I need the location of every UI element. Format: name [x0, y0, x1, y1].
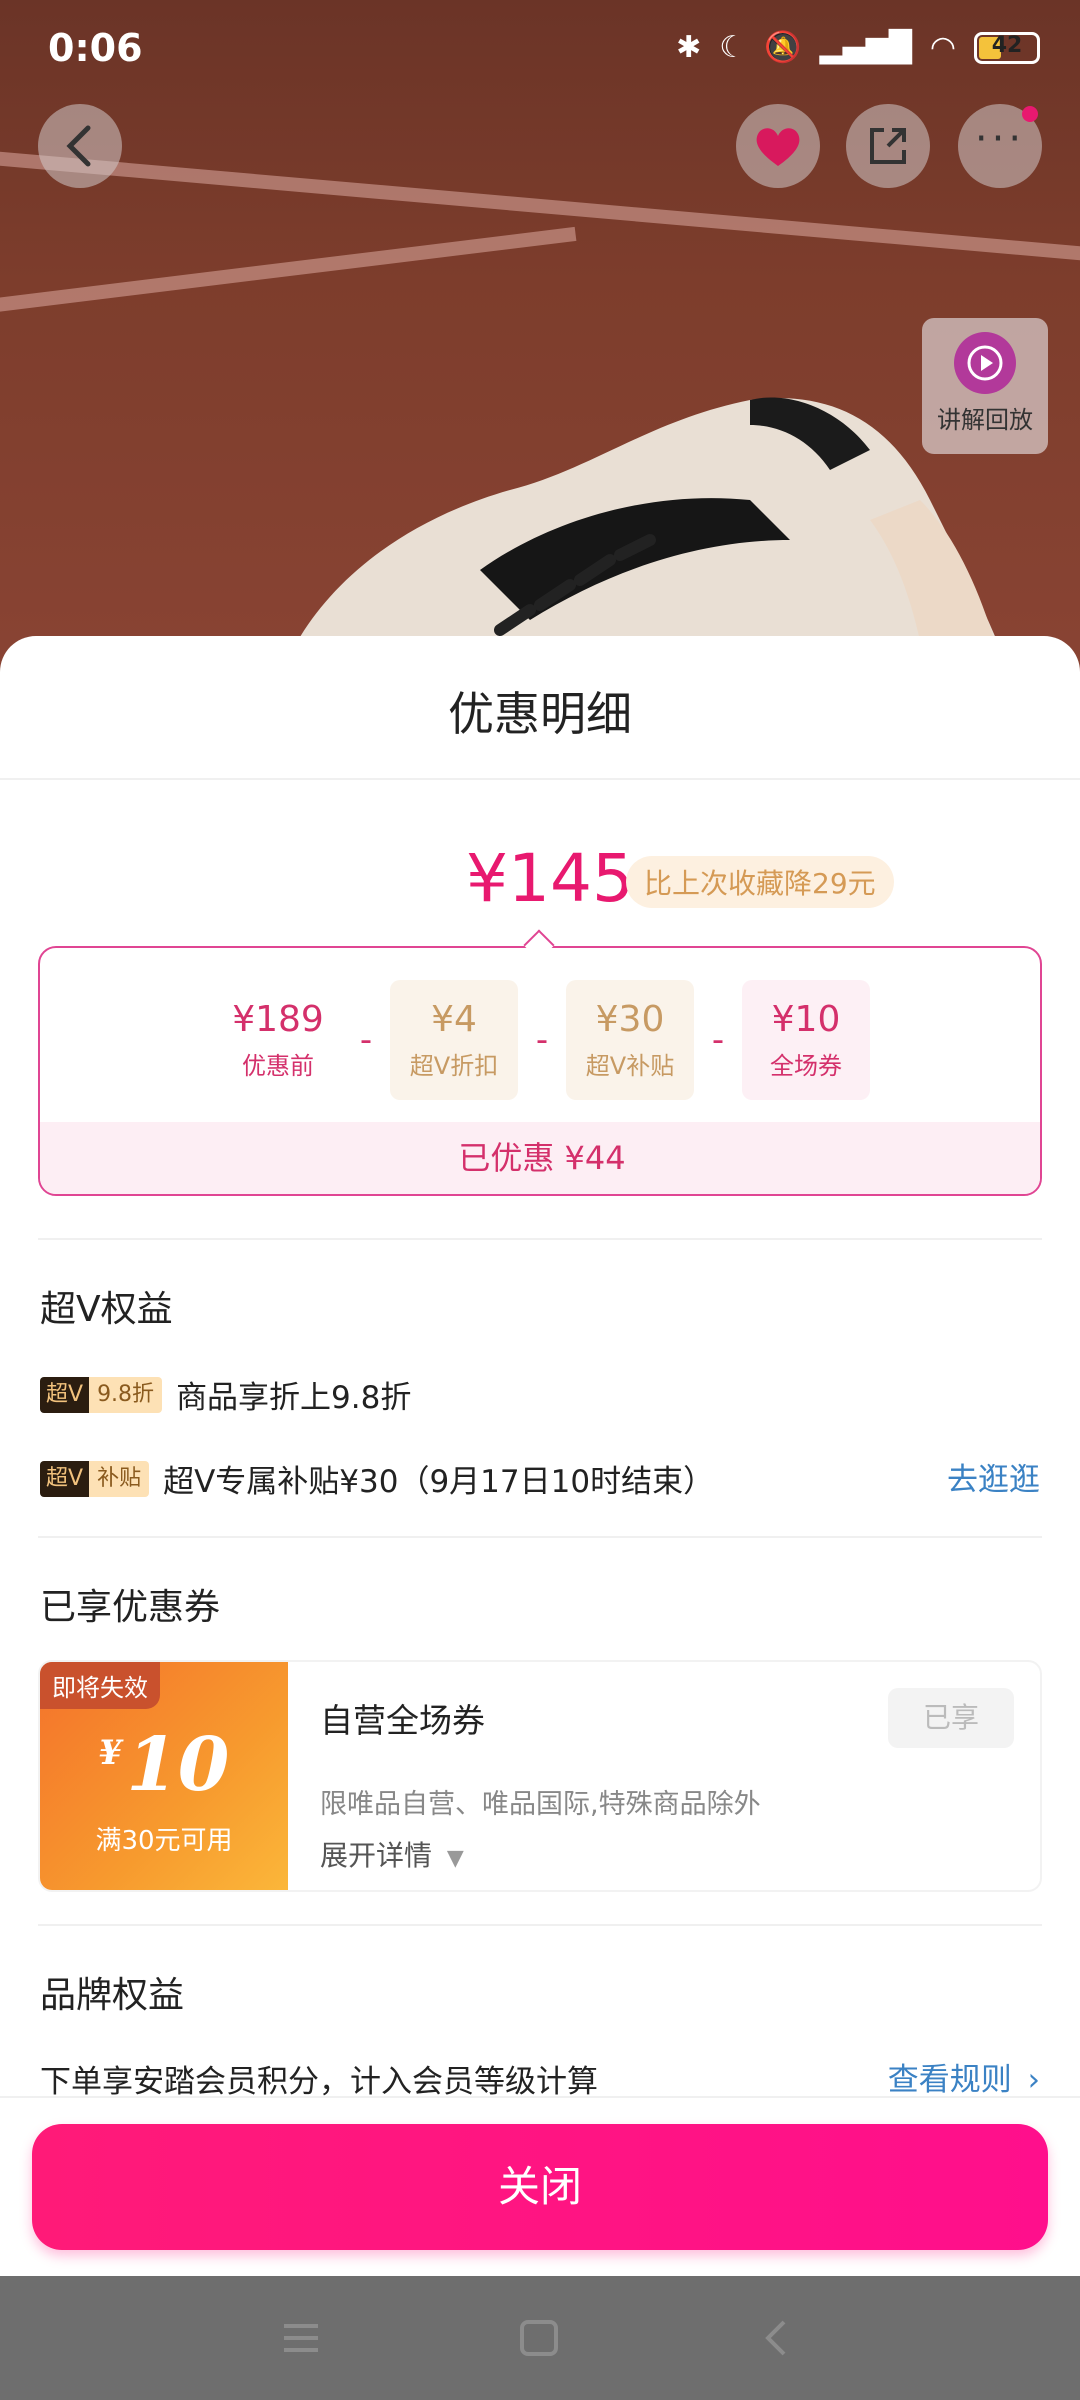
supervip-section-title: 超V权益 [40, 1289, 173, 1330]
minus-sign: - [535, 1020, 549, 1060]
expand-details-button[interactable]: 展开详情 ▼ [320, 1834, 464, 1874]
supervip-tag: 超V 补贴 [40, 1460, 150, 1497]
original-price-chip: ¥189 优惠前 [214, 980, 342, 1100]
coupon-status: 已享 [888, 1688, 1014, 1748]
benefit-discount: 超V 9.8折 商品享折上9.8折 [40, 1372, 411, 1417]
tag-prefix: 超V [40, 1376, 90, 1413]
share-button[interactable] [846, 104, 930, 188]
saved-total: 已优惠 ¥44 [40, 1122, 1040, 1194]
final-price: ¥145 [466, 840, 634, 917]
original-price-label: 优惠前 [242, 1052, 314, 1080]
play-icon [954, 332, 1016, 394]
supervip-tag: 超V 9.8折 [40, 1376, 163, 1413]
status-bar: 0:06 ✱ ☾ 🔕 ▂▄▆█ ◠ 42 [0, 0, 1080, 96]
go-shopping-link[interactable]: 去逛逛 [947, 1454, 1040, 1499]
subsidy-label: 超V补贴 [585, 1052, 675, 1080]
coupon-label: 全场券 [770, 1052, 842, 1080]
brand-benefit-text: 下单享安踏会员积分，计入会员等级计算 [40, 2064, 598, 2100]
storewide-coupon-chip: ¥10 全场券 [742, 980, 870, 1100]
chevron-left-icon [66, 125, 91, 167]
divider [38, 1238, 1042, 1240]
replay-label: 讲解回放 [937, 406, 1033, 434]
benefit-text: 商品享折上9.8折 [176, 1380, 412, 1416]
close-button[interactable]: 关闭 [32, 2124, 1048, 2250]
triangle-down-icon: ▼ [446, 1846, 464, 1871]
home-icon[interactable] [514, 2314, 564, 2362]
coupon-amount-value: 10 [126, 1722, 230, 1808]
coupon-amount-panel: 即将失效 ¥10 满30元可用 [40, 1662, 288, 1890]
bluetooth-icon: ✱ [676, 30, 702, 65]
price-row: ¥145 比上次收藏降29元 [0, 840, 1080, 920]
battery-icon: 42 [974, 32, 1040, 64]
sheet-title: 优惠明细 [448, 687, 632, 741]
divider [0, 778, 1080, 780]
battery-level: 42 [991, 33, 1023, 58]
wifi-icon: ◠ [929, 30, 956, 65]
supervip-subsidy-chip: ¥30 超V补贴 [566, 980, 694, 1100]
brand-benefit: 下单享安踏会员积分，计入会员等级计算 [40, 2056, 598, 2101]
coupon-value: ¥10 [771, 999, 841, 1040]
expiring-badge: 即将失效 [40, 1662, 160, 1709]
brand-section-title: 品牌权益 [40, 1975, 185, 2016]
minus-sign: - [711, 1020, 725, 1060]
mute-bell-icon: 🔕 [764, 30, 802, 65]
more-dots-icon: ··· [974, 116, 1026, 162]
divider [38, 1536, 1042, 1538]
supervip-discount-chip: ¥4 超V折扣 [390, 980, 518, 1100]
minus-sign: - [359, 1020, 373, 1060]
subsidy-value: ¥30 [595, 999, 665, 1040]
discount-value: ¥4 [431, 999, 477, 1040]
status-time: 0:06 [48, 26, 143, 70]
perforation [280, 1662, 296, 1890]
moon-icon: ☾ [719, 30, 747, 65]
coupon-amount: ¥10 [40, 1722, 288, 1808]
back-button[interactable] [38, 104, 122, 188]
menu-icon[interactable] [276, 2314, 326, 2362]
notification-dot [1022, 106, 1038, 122]
expand-label: 展开详情 [320, 1839, 433, 1872]
tag-prefix: 超V [40, 1460, 90, 1497]
view-rules-link[interactable]: 查看规则 › [888, 2054, 1040, 2099]
replay-button[interactable]: 讲解回放 [922, 318, 1048, 454]
signal-icon: ▂▄▆█ [819, 30, 912, 65]
favorite-button[interactable] [736, 104, 820, 188]
coupon-name: 自营全场券 [320, 1701, 485, 1740]
divider [0, 2096, 1080, 2098]
discount-label: 超V折扣 [409, 1052, 499, 1080]
discount-detail-sheet: 优惠明细 ¥145 比上次收藏降29元 ¥189 优惠前 - ¥4 超V折扣 -… [0, 636, 1080, 2276]
back-nav-icon[interactable] [752, 2314, 802, 2362]
benefit-text: 超V专属补贴¥30（9月17日10时结束） [163, 1464, 715, 1500]
price-drop-badge: 比上次收藏降29元 [626, 856, 894, 908]
tag-suffix: 补贴 [89, 1460, 150, 1497]
share-icon [870, 128, 906, 164]
coupon-condition: 满30元可用 [95, 1826, 233, 1856]
product-image [0, 0, 1080, 700]
divider [38, 1924, 1042, 1926]
system-nav-bar [0, 2276, 1080, 2400]
price-breakdown: ¥189 优惠前 - ¥4 超V折扣 - ¥30 超V补贴 - ¥10 全场券 … [38, 946, 1042, 1196]
chevron-right-icon: › [1027, 2062, 1040, 2098]
heart-icon [756, 128, 800, 166]
currency-symbol: ¥ [98, 1733, 123, 1774]
benefit-subsidy: 超V 补贴 超V专属补贴¥30（9月17日10时结束） [40, 1456, 714, 1501]
view-rules-label: 查看规则 [887, 2062, 1012, 2098]
coupon-card: 即将失效 ¥10 满30元可用 自营全场券 限唯品自营、唯品国际,特殊商品除外 … [38, 1660, 1042, 1892]
coupons-section-title: 已享优惠券 [40, 1587, 221, 1628]
more-button[interactable]: ··· [958, 104, 1042, 188]
tag-suffix: 9.8折 [89, 1376, 163, 1413]
original-price-value: ¥189 [232, 999, 324, 1040]
coupon-description: 限唯品自营、唯品国际,特殊商品除外 [320, 1789, 761, 1820]
